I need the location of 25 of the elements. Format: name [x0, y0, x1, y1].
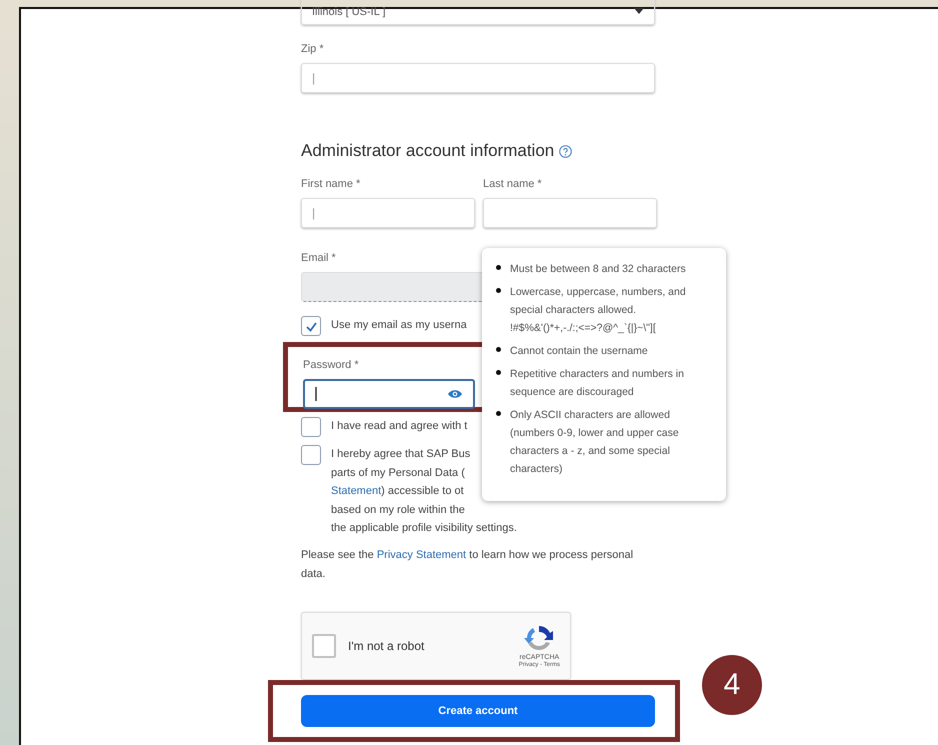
text-field[interactable]: |	[301, 198, 475, 228]
privacy-note: Please see the Privacy Statement to learn how we process personal data.	[301, 548, 634, 582]
requirement-text: Lowercase, uppercase, numbers, and special characters allowed.	[510, 285, 687, 318]
captcha-label: I'm not a robot	[348, 638, 426, 652]
requirement-text: Only ASCII characters are allowed (numbers 0-9, lower and upper case characters a - z, and some special characters)	[510, 408, 680, 477]
zip-field[interactable]: |	[301, 63, 655, 93]
field-label: Zip *	[301, 43, 325, 55]
special-characters: !#$%&'()*+,-./:;<=>?@^_`{|}~\"][	[510, 321, 657, 336]
field-label: Password *	[303, 359, 360, 371]
create-account-button[interactable]: Create account	[301, 694, 655, 726]
field-label: First name *	[301, 178, 362, 190]
state-dropdown[interactable]: Illinois [ US-IL ]	[301, 0, 655, 25]
checkbox-label: Use my email as my userna	[331, 318, 467, 333]
agreement-text: based on my role within the	[331, 502, 466, 518]
privacy-link[interactable]: Statement	[331, 485, 382, 497]
requirement-text: Cannot contain the username	[510, 344, 648, 359]
section-title: Administrator account information	[301, 141, 554, 161]
requirement-text: Repetitive characters and numbers in sequence are discouraged	[510, 367, 685, 400]
requirement-text: Must be between 8 and 32 characters	[510, 262, 686, 277]
field-label: Last name *	[483, 178, 543, 190]
agreement-text: the applicable profile visibility settings.	[331, 521, 517, 536]
field-label: Email *	[301, 252, 337, 264]
agreement-text: I have read and agree with t	[331, 419, 468, 434]
step-badge: 4	[702, 655, 762, 715]
privacy-link[interactable]: Privacy Statement	[376, 548, 466, 560]
